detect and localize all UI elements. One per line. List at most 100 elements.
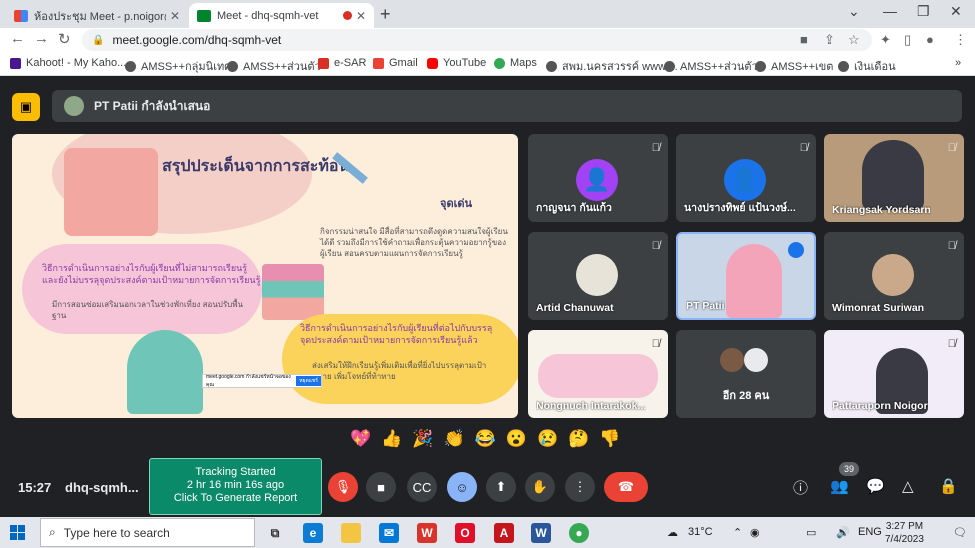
tab-strip: ห้องประชุม Meet - p.noigor@gmai ✕ Meet -…	[0, 0, 975, 28]
windows-start-icon[interactable]	[10, 525, 25, 540]
globe-icon	[755, 60, 766, 72]
bookmark-amss-personal-2[interactable]: AMSS++ส่วนตัว	[664, 57, 758, 75]
menu-icon[interactable]: ⋮	[954, 32, 967, 48]
tracking-report-button[interactable]: Tracking Started 2 hr 16 min 16s ago Cli…	[149, 458, 322, 515]
more-bookmarks-icon[interactable]: »	[955, 57, 961, 69]
volume-icon[interactable]: 🔊	[836, 526, 850, 539]
bookmark-kahoot[interactable]: Kahoot! - My Kaho...	[10, 57, 126, 69]
bookmark-label: Maps	[510, 57, 537, 69]
tab-meet-room[interactable]: ห้องประชุม Meet - p.noigor@gmai ✕	[6, 3, 188, 28]
bookmark-label: Gmail	[389, 57, 418, 69]
bookmark-amss-personal[interactable]: AMSS++ส่วนตัว	[227, 57, 321, 75]
people-icon[interactable]: 👥	[830, 477, 849, 495]
end-call-button[interactable]: ☎	[604, 472, 648, 502]
reaction-surprised[interactable]: 😮	[506, 429, 527, 449]
tray-chevron-icon[interactable]: ⌃	[733, 526, 742, 539]
new-tab-button[interactable]: +	[380, 4, 391, 25]
bookmark-amss-area[interactable]: AMSS++เขต	[755, 57, 833, 75]
participant-tile[interactable]: 🎙̸ Kriangsak Yordsarn	[824, 134, 964, 222]
emoji-button[interactable]: ☺	[447, 472, 477, 502]
bookmark-spm[interactable]: สพม.นครสวรรค์ www....	[546, 57, 678, 75]
extensions-icon[interactable]: ✦	[880, 32, 891, 48]
word-icon[interactable]: W	[531, 523, 551, 543]
more-participants-tile[interactable]: อีก 28 คน	[676, 330, 816, 418]
participant-tile[interactable]: 🎙̸ Nongnuch Intarakok...	[528, 330, 668, 418]
opera-icon[interactable]: O	[455, 523, 475, 543]
person-icon: 👤	[731, 167, 759, 192]
participant-tile[interactable]: 🎙̸ Pattaraporn Noigor	[824, 330, 964, 418]
bookmark-gmail[interactable]: Gmail	[373, 57, 418, 69]
participant-tile[interactable]: 🎙̸ 👤 นางปรางทิพย์ แป้นวงษ์...	[676, 134, 816, 222]
acrobat-icon[interactable]: A	[494, 523, 514, 543]
reaction-clap[interactable]: 👏	[444, 429, 465, 449]
participant-tile-speaking[interactable]: PT Patii	[676, 232, 816, 320]
participant-tile[interactable]: 🎙̸ 👤 กาญจนา กันแก้ว	[528, 134, 668, 222]
edge-icon[interactable]: e	[303, 523, 323, 543]
close-tab-icon[interactable]: ✕	[170, 9, 180, 23]
camera-toggle-button[interactable]: ■	[366, 472, 396, 502]
captions-button[interactable]: CC	[407, 472, 437, 502]
youtube-icon	[427, 57, 438, 69]
presenter-banner: PT Patii กำลังนำเสนอ	[52, 90, 962, 122]
weather-temp[interactable]: 31°C	[688, 526, 713, 538]
tracking-line-3: Click To Generate Report	[173, 492, 298, 504]
reaction-thumbs-down[interactable]: 👎	[599, 429, 620, 449]
teacher-illustration	[127, 330, 203, 414]
chat-icon[interactable]: 💬	[866, 477, 885, 495]
star-icon[interactable]: ☆	[848, 32, 860, 48]
windows-taskbar: ⌕ Type here to search ⧉ e ✉ W O A W ● ☁ …	[0, 517, 975, 548]
close-window-icon[interactable]: ✕	[950, 3, 962, 20]
lock-icon: 🔒	[92, 34, 105, 46]
mic-toggle-button[interactable]: 🎙	[328, 472, 358, 502]
bookmark-salary[interactable]: เงินเดือน	[838, 57, 896, 75]
stop-sharing-button[interactable]: หยุดแชร์	[296, 376, 321, 386]
reaction-party[interactable]: 🎉	[412, 429, 433, 449]
globe-icon	[227, 60, 238, 72]
bookmark-amss-group[interactable]: AMSS++กลุ่มนิเทศ	[125, 57, 231, 75]
chrome-icon[interactable]: ●	[569, 523, 589, 543]
mail-icon[interactable]: ✉	[379, 523, 399, 543]
bookmark-maps[interactable]: Maps	[494, 57, 537, 69]
present-button[interactable]: ⬆	[486, 472, 516, 502]
tab-search-icon[interactable]: ⌄	[848, 3, 860, 20]
sidepanel-icon[interactable]: ▯	[904, 32, 911, 48]
host-controls-icon[interactable]: 🔒	[939, 477, 958, 495]
notifications-icon[interactable]: 🗨	[953, 526, 967, 539]
weather-icon[interactable]: ☁	[667, 526, 678, 539]
raise-hand-button[interactable]: ✋	[525, 472, 555, 502]
restore-icon[interactable]: ❐	[917, 3, 930, 20]
taskbar-search-input[interactable]: ⌕ Type here to search	[40, 518, 255, 547]
system-clock[interactable]: 3:27 PM 7/4/2023	[885, 520, 924, 546]
file-explorer-icon[interactable]	[341, 523, 361, 543]
camera-icon[interactable]: ■	[800, 32, 808, 47]
tray-apps-icon[interactable]: ◉	[750, 526, 760, 539]
back-icon[interactable]: ←	[10, 30, 25, 47]
tab-meet-active[interactable]: Meet - dhq-sqmh-vet ✕	[189, 3, 374, 28]
close-tab-icon[interactable]: ✕	[356, 9, 366, 23]
share-icon[interactable]: ⇪	[824, 32, 835, 48]
presentation-icon[interactable]: ▣	[12, 93, 40, 121]
participant-tile[interactable]: 🎙̸ Artid Chanuwat	[528, 232, 668, 320]
bookmark-esar[interactable]: e-SAR	[318, 57, 366, 69]
activities-icon[interactable]: △	[902, 477, 914, 495]
reaction-thinking[interactable]: 🤔	[568, 429, 589, 449]
reaction-sad[interactable]: 😢	[537, 429, 558, 449]
network-icon[interactable]: ▭	[806, 526, 816, 539]
right-text: ส่งเสริมให้ฝึกเรียนรู้เพิ่มเติมเพื่อที่ย…	[312, 361, 487, 381]
participant-tile[interactable]: 🎙̸ Wimonrat Suriwan	[824, 232, 964, 320]
task-view-icon[interactable]: ⧉	[265, 523, 285, 543]
more-options-button[interactable]: ⋮	[565, 472, 595, 502]
reaction-laugh[interactable]: 😂	[475, 429, 496, 449]
profile-avatar[interactable]: ●	[926, 32, 934, 47]
minimize-icon[interactable]: —	[883, 3, 897, 19]
url-bar[interactable]: 🔒 meet.google.com/dhq-sqmh-vet	[82, 29, 872, 51]
wps-icon[interactable]: W	[417, 523, 437, 543]
bookmark-youtube[interactable]: YouTube	[427, 57, 486, 69]
reload-icon[interactable]: ↻	[58, 30, 71, 48]
input-language[interactable]: ENG	[858, 526, 882, 538]
info-icon[interactable]: ⓘ	[793, 477, 808, 498]
reaction-heart[interactable]: 💖	[350, 429, 371, 449]
reaction-thumbs-up[interactable]: 👍	[381, 429, 402, 449]
tab-title: ห้องประชุม Meet - p.noigor@gmai	[34, 10, 166, 23]
forward-icon[interactable]: →	[34, 30, 49, 47]
